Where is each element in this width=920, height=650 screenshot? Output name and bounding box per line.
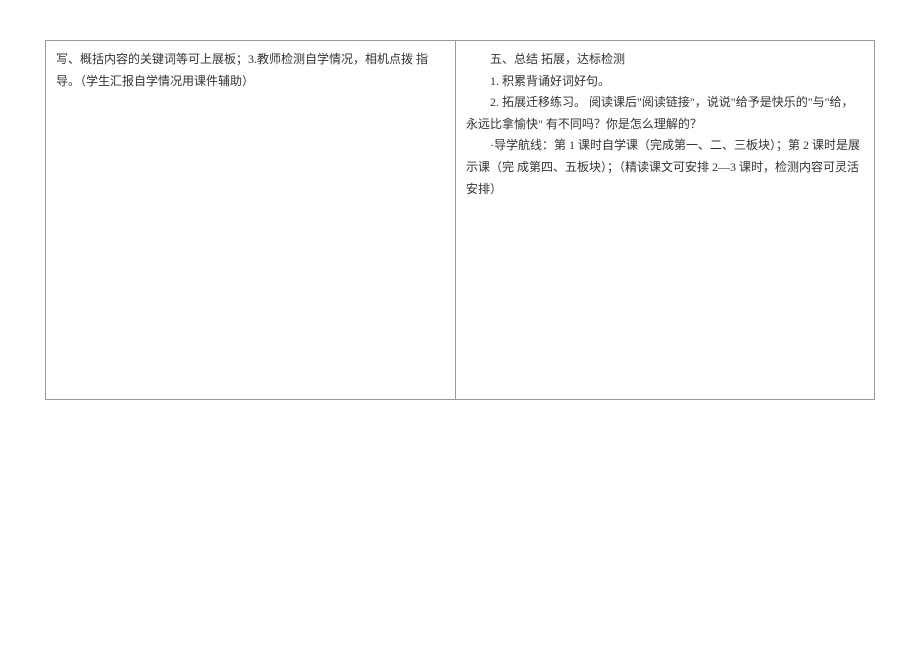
study-note: ·导学航线：第 1 课时自学课（完成第一、二、三板块）；第 2 课时是展示课（完… (466, 135, 864, 200)
right-column: 五、总结 拓展，达标检测 1. 积累背诵好词好句。 2. 拓展迁移练习。 阅读课… (456, 41, 874, 399)
left-column: 写、概括内容的关键词等可上展板；3.教师检测自学情况，相机点拨 指导。（学生汇报… (46, 41, 456, 399)
left-paragraph: 写、概括内容的关键词等可上展板；3.教师检测自学情况，相机点拨 指导。（学生汇报… (56, 49, 445, 92)
section-heading: 五、总结 拓展，达标检测 (466, 49, 864, 71)
lesson-table: 写、概括内容的关键词等可上展板；3.教师检测自学情况，相机点拨 指导。（学生汇报… (45, 40, 875, 400)
item-2: 2. 拓展迁移练习。 阅读课后"阅读链接"，说说"给予是快乐的"与"给，永远比拿… (466, 92, 864, 135)
item-1: 1. 积累背诵好词好句。 (466, 71, 864, 93)
